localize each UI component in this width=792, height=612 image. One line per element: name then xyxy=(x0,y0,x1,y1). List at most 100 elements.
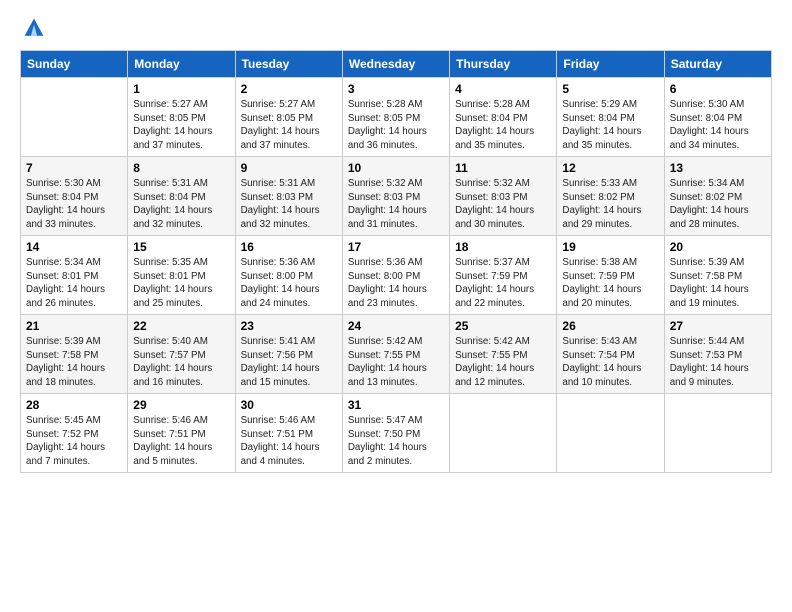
weekday-tuesday: Tuesday xyxy=(235,51,342,78)
day-cell: 24 Sunrise: 5:42 AMSunset: 7:55 PMDayligh… xyxy=(342,315,449,394)
day-info: Sunrise: 5:35 AMSunset: 8:01 PMDaylight:… xyxy=(133,256,229,310)
week-row-2: 7 Sunrise: 5:30 AMSunset: 8:04 PMDaylight… xyxy=(21,157,772,236)
day-number: 30 xyxy=(241,398,337,412)
day-info: Sunrise: 5:36 AMSunset: 8:00 PMDaylight:… xyxy=(348,256,444,310)
day-info: Sunrise: 5:34 AMSunset: 8:02 PMDaylight:… xyxy=(670,177,766,231)
day-cell: 31 Sunrise: 5:47 AMSunset: 7:50 PMDayligh… xyxy=(342,394,449,473)
day-cell: 23 Sunrise: 5:41 AMSunset: 7:56 PMDayligh… xyxy=(235,315,342,394)
day-info: Sunrise: 5:44 AMSunset: 7:53 PMDaylight:… xyxy=(670,335,766,389)
logo xyxy=(20,18,48,42)
day-cell: 11 Sunrise: 5:32 AMSunset: 8:03 PMDayligh… xyxy=(450,157,557,236)
week-row-5: 28Sunrise: 5:45 AMSunset: 7:52 PMDayligh… xyxy=(21,394,772,473)
day-info: Sunrise: 5:37 AMSunset: 7:59 PMDaylight:… xyxy=(455,256,551,310)
day-info: Sunrise: 5:47 AMSunset: 7:50 PMDaylight:… xyxy=(348,414,444,468)
weekday-header-row: SundayMondayTuesdayWednesdayThursdayFrid… xyxy=(21,51,772,78)
day-cell xyxy=(557,394,664,473)
weekday-wednesday: Wednesday xyxy=(342,51,449,78)
day-cell: 7 Sunrise: 5:30 AMSunset: 8:04 PMDaylight… xyxy=(21,157,128,236)
day-number: 17 xyxy=(348,240,444,254)
weekday-saturday: Saturday xyxy=(664,51,771,78)
day-number: 4 xyxy=(455,82,551,96)
day-info: Sunrise: 5:33 AMSunset: 8:02 PMDaylight:… xyxy=(562,177,658,231)
day-cell xyxy=(664,394,771,473)
day-info: Sunrise: 5:46 AMSunset: 7:51 PMDaylight:… xyxy=(241,414,337,468)
calendar-table: SundayMondayTuesdayWednesdayThursdayFrid… xyxy=(20,50,772,473)
day-info: Sunrise: 5:39 AMSunset: 7:58 PMDaylight:… xyxy=(26,335,122,389)
day-cell: 16 Sunrise: 5:36 AMSunset: 8:00 PMDayligh… xyxy=(235,236,342,315)
day-info: Sunrise: 5:42 AMSunset: 7:55 PMDaylight:… xyxy=(348,335,444,389)
day-cell: 28Sunrise: 5:45 AMSunset: 7:52 PMDayligh… xyxy=(21,394,128,473)
day-number: 10 xyxy=(348,161,444,175)
day-number: 20 xyxy=(670,240,766,254)
day-number: 19 xyxy=(562,240,658,254)
day-number: 8 xyxy=(133,161,229,175)
day-number: 13 xyxy=(670,161,766,175)
day-number: 11 xyxy=(455,161,551,175)
day-number: 26 xyxy=(562,319,658,333)
weekday-monday: Monday xyxy=(128,51,235,78)
day-number: 3 xyxy=(348,82,444,96)
header xyxy=(20,18,772,42)
day-number: 28 xyxy=(26,398,122,412)
day-cell: 25Sunrise: 5:42 AMSunset: 7:55 PMDayligh… xyxy=(450,315,557,394)
day-number: 29 xyxy=(133,398,229,412)
day-info: Sunrise: 5:36 AMSunset: 8:00 PMDaylight:… xyxy=(241,256,337,310)
day-info: Sunrise: 5:28 AMSunset: 8:04 PMDaylight:… xyxy=(455,98,551,152)
day-number: 16 xyxy=(241,240,337,254)
day-cell xyxy=(21,78,128,157)
day-cell: 20 Sunrise: 5:39 AMSunset: 7:58 PMDayligh… xyxy=(664,236,771,315)
day-info: Sunrise: 5:27 AMSunset: 8:05 PMDaylight:… xyxy=(241,98,337,152)
day-info: Sunrise: 5:27 AMSunset: 8:05 PMDaylight:… xyxy=(133,98,229,152)
day-cell: 18Sunrise: 5:37 AMSunset: 7:59 PMDayligh… xyxy=(450,236,557,315)
day-info: Sunrise: 5:30 AMSunset: 8:04 PMDaylight:… xyxy=(670,98,766,152)
day-info: Sunrise: 5:32 AMSunset: 8:03 PMDaylight:… xyxy=(348,177,444,231)
day-cell: 27 Sunrise: 5:44 AMSunset: 7:53 PMDayligh… xyxy=(664,315,771,394)
day-number: 6 xyxy=(670,82,766,96)
day-cell xyxy=(450,394,557,473)
day-number: 5 xyxy=(562,82,658,96)
day-cell: 19 Sunrise: 5:38 AMSunset: 7:59 PMDayligh… xyxy=(557,236,664,315)
day-cell: 14Sunrise: 5:34 AMSunset: 8:01 PMDayligh… xyxy=(21,236,128,315)
day-cell: 10 Sunrise: 5:32 AMSunset: 8:03 PMDayligh… xyxy=(342,157,449,236)
day-cell: 17 Sunrise: 5:36 AMSunset: 8:00 PMDayligh… xyxy=(342,236,449,315)
week-row-3: 14Sunrise: 5:34 AMSunset: 8:01 PMDayligh… xyxy=(21,236,772,315)
week-row-4: 21Sunrise: 5:39 AMSunset: 7:58 PMDayligh… xyxy=(21,315,772,394)
day-number: 14 xyxy=(26,240,122,254)
weekday-sunday: Sunday xyxy=(21,51,128,78)
day-number: 27 xyxy=(670,319,766,333)
day-cell: 2 Sunrise: 5:27 AMSunset: 8:05 PMDaylight… xyxy=(235,78,342,157)
day-number: 23 xyxy=(241,319,337,333)
day-info: Sunrise: 5:42 AMSunset: 7:55 PMDaylight:… xyxy=(455,335,551,389)
day-cell: 12 Sunrise: 5:33 AMSunset: 8:02 PMDayligh… xyxy=(557,157,664,236)
day-cell: 29 Sunrise: 5:46 AMSunset: 7:51 PMDayligh… xyxy=(128,394,235,473)
day-number: 22 xyxy=(133,319,229,333)
weekday-thursday: Thursday xyxy=(450,51,557,78)
day-number: 1 xyxy=(133,82,229,96)
day-cell: 5Sunrise: 5:29 AMSunset: 8:04 PMDaylight… xyxy=(557,78,664,157)
day-info: Sunrise: 5:30 AMSunset: 8:04 PMDaylight:… xyxy=(26,177,122,231)
day-cell: 30 Sunrise: 5:46 AMSunset: 7:51 PMDayligh… xyxy=(235,394,342,473)
day-info: Sunrise: 5:31 AMSunset: 8:04 PMDaylight:… xyxy=(133,177,229,231)
day-cell: 8 Sunrise: 5:31 AMSunset: 8:04 PMDaylight… xyxy=(128,157,235,236)
day-info: Sunrise: 5:31 AMSunset: 8:03 PMDaylight:… xyxy=(241,177,337,231)
day-number: 7 xyxy=(26,161,122,175)
week-row-1: 1 Sunrise: 5:27 AMSunset: 8:05 PMDaylight… xyxy=(21,78,772,157)
day-number: 2 xyxy=(241,82,337,96)
day-info: Sunrise: 5:38 AMSunset: 7:59 PMDaylight:… xyxy=(562,256,658,310)
day-cell: 15Sunrise: 5:35 AMSunset: 8:01 PMDayligh… xyxy=(128,236,235,315)
day-info: Sunrise: 5:41 AMSunset: 7:56 PMDaylight:… xyxy=(241,335,337,389)
day-info: Sunrise: 5:40 AMSunset: 7:57 PMDaylight:… xyxy=(133,335,229,389)
day-cell: 22 Sunrise: 5:40 AMSunset: 7:57 PMDayligh… xyxy=(128,315,235,394)
day-cell: 13 Sunrise: 5:34 AMSunset: 8:02 PMDayligh… xyxy=(664,157,771,236)
day-cell: 3Sunrise: 5:28 AMSunset: 8:05 PMDaylight… xyxy=(342,78,449,157)
day-info: Sunrise: 5:46 AMSunset: 7:51 PMDaylight:… xyxy=(133,414,229,468)
page: SundayMondayTuesdayWednesdayThursdayFrid… xyxy=(0,0,792,491)
day-info: Sunrise: 5:32 AMSunset: 8:03 PMDaylight:… xyxy=(455,177,551,231)
day-cell: 21Sunrise: 5:39 AMSunset: 7:58 PMDayligh… xyxy=(21,315,128,394)
day-number: 12 xyxy=(562,161,658,175)
day-info: Sunrise: 5:39 AMSunset: 7:58 PMDaylight:… xyxy=(670,256,766,310)
logo-icon xyxy=(20,14,48,42)
day-number: 31 xyxy=(348,398,444,412)
day-number: 24 xyxy=(348,319,444,333)
day-cell: 9Sunrise: 5:31 AMSunset: 8:03 PMDaylight… xyxy=(235,157,342,236)
